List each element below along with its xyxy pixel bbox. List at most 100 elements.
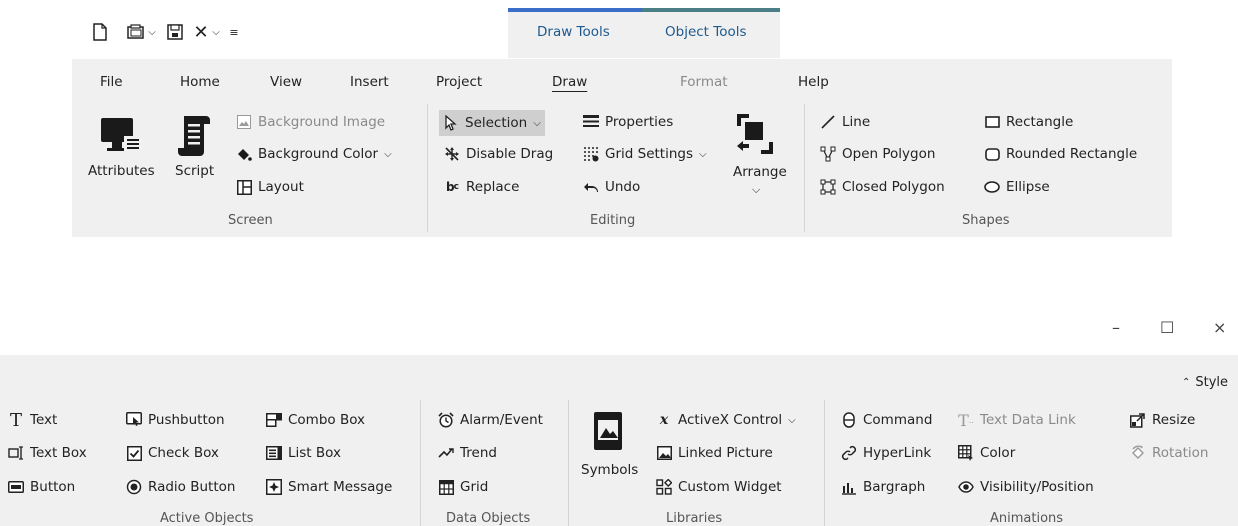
alarm-event-button[interactable]: Alarm/Event: [438, 412, 543, 428]
disable-drag-button[interactable]: Disable Drag: [444, 146, 553, 162]
tab-help[interactable]: Help: [798, 74, 829, 90]
text-t-icon: T: [9, 409, 22, 431]
linked-picture-button[interactable]: Linked Picture: [656, 445, 773, 461]
text-button[interactable]: T Text: [8, 409, 57, 431]
ellipse-icon: [984, 179, 1000, 195]
draw-tools-accent: [508, 8, 642, 12]
text-box-icon: [8, 445, 24, 461]
group-label-libraries: Libraries: [666, 511, 723, 526]
tab-view[interactable]: View: [270, 74, 302, 90]
tab-project[interactable]: Project: [436, 74, 482, 90]
rectangle-button[interactable]: Rectangle: [984, 114, 1073, 130]
layout-button[interactable]: Layout: [236, 179, 304, 195]
group-label-animations: Animations: [990, 511, 1064, 526]
chevron-down-icon[interactable]: ⌵: [147, 22, 157, 42]
chevron-down-icon: ⌵: [699, 148, 707, 160]
bar-chart-icon: [841, 479, 857, 495]
new-file-icon[interactable]: [92, 22, 108, 42]
pushbutton-icon: [126, 412, 142, 428]
ellipse-button[interactable]: Ellipse: [984, 179, 1050, 195]
tab-format[interactable]: Format: [680, 74, 728, 90]
combo-box-button[interactable]: Combo Box: [266, 412, 365, 428]
chevron-down-icon: ⌵: [788, 414, 796, 426]
chevron-up-icon: ⌃: [1182, 377, 1191, 388]
group-label-shapes: Shapes: [962, 213, 1010, 228]
group-label-screen: Screen: [228, 213, 273, 228]
chevron-down-icon[interactable]: ⌵: [752, 183, 760, 197]
move-disabled-icon: [444, 146, 460, 162]
line-icon: [820, 114, 836, 130]
replace-button[interactable]: bc Replace: [444, 179, 519, 195]
smart-message-button[interactable]: Smart Message: [266, 479, 392, 495]
rounded-rectangle-button[interactable]: Rounded Rectangle: [984, 146, 1137, 162]
maximize-button[interactable]: ☐: [1160, 318, 1174, 337]
hyperlink-button[interactable]: HyperLink: [841, 445, 931, 461]
properties-button[interactable]: Properties: [583, 114, 673, 130]
color-button[interactable]: Color: [958, 445, 1015, 461]
tab-insert[interactable]: Insert: [350, 74, 389, 90]
pushbutton-button[interactable]: Pushbutton: [126, 412, 225, 428]
check-box-button[interactable]: Check Box: [126, 445, 219, 461]
closed-polygon-button[interactable]: Closed Polygon: [820, 179, 945, 195]
command-button[interactable]: Command: [841, 412, 932, 428]
background-image-button[interactable]: Background Image: [236, 114, 385, 130]
save-icon[interactable]: [166, 22, 184, 42]
background-color-button[interactable]: Background Color ⌵: [236, 146, 392, 162]
selection-button[interactable]: Selection ⌵: [439, 110, 545, 136]
customize-toolbar-icon[interactable]: ≡: [228, 22, 240, 42]
rotation-icon: [1130, 445, 1146, 461]
draw-tools-label[interactable]: Draw Tools: [537, 24, 610, 40]
button-button[interactable]: Button: [8, 479, 75, 495]
script-button[interactable]: Script: [175, 163, 214, 179]
open-folder-icon[interactable]: [126, 22, 146, 42]
command-icon: [841, 412, 857, 428]
radio-icon: [126, 479, 142, 495]
resize-icon: [1130, 412, 1146, 428]
group-label-editing: Editing: [590, 213, 636, 228]
text-data-link-icon: T..: [958, 410, 974, 430]
grid-settings-button[interactable]: Grid Settings ⌵: [583, 146, 707, 162]
color-grid-icon: [958, 445, 974, 461]
smart-message-icon: [266, 479, 282, 495]
list-box-button[interactable]: List Box: [266, 445, 341, 461]
activex-control-button[interactable]: x ActiveX Control ⌵: [656, 412, 796, 428]
replace-icon: bc: [446, 180, 459, 194]
attributes-button[interactable]: Attributes: [88, 163, 155, 179]
text-data-link-button[interactable]: T.. Text Data Link: [958, 410, 1076, 430]
rotation-button[interactable]: Rotation: [1130, 445, 1208, 461]
radio-button-button[interactable]: Radio Button: [126, 479, 235, 495]
minimize-button[interactable]: –: [1112, 318, 1120, 337]
resize-button[interactable]: Resize: [1130, 412, 1195, 428]
properties-icon: [583, 114, 599, 130]
close-icon[interactable]: ✕: [193, 22, 209, 43]
arrange-button[interactable]: Arrange: [733, 164, 787, 180]
script-icon[interactable]: [176, 112, 216, 158]
close-window-button[interactable]: ×: [1213, 318, 1226, 337]
symbols-icon[interactable]: [592, 410, 626, 454]
monitor-icon[interactable]: [98, 114, 144, 160]
rounded-rectangle-icon: [984, 146, 1000, 162]
symbols-button[interactable]: Symbols: [581, 462, 638, 478]
line-button[interactable]: Line: [820, 114, 870, 130]
tab-file[interactable]: File: [100, 74, 123, 90]
chevron-down-icon: ⌵: [533, 117, 541, 129]
text-box-button[interactable]: Text Box: [8, 445, 87, 461]
eye-icon: [958, 479, 974, 495]
visibility-position-button[interactable]: Visibility/Position: [958, 479, 1094, 495]
tab-draw[interactable]: Draw: [552, 74, 587, 90]
custom-widget-button[interactable]: Custom Widget: [656, 479, 782, 495]
paint-bucket-icon: [236, 146, 252, 162]
trend-button[interactable]: Trend: [438, 445, 497, 461]
arrange-icon[interactable]: [735, 112, 775, 156]
tab-home[interactable]: Home: [180, 74, 220, 90]
bargraph-button[interactable]: Bargraph: [841, 479, 925, 495]
grid-button[interactable]: Grid: [438, 479, 488, 495]
trend-line-icon: [438, 445, 454, 461]
style-collapse-button[interactable]: ⌃ Style: [1182, 375, 1228, 390]
open-polygon-button[interactable]: Open Polygon: [820, 146, 935, 162]
object-tools-label[interactable]: Object Tools: [665, 24, 747, 40]
chevron-down-icon[interactable]: ⌵: [211, 22, 221, 42]
list-box-icon: [266, 445, 282, 461]
group-divider: [568, 400, 569, 526]
undo-button[interactable]: Undo: [583, 179, 640, 195]
